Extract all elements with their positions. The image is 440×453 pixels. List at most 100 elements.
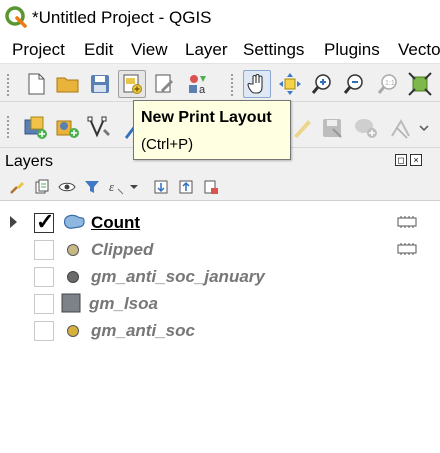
remove-layer-button[interactable] xyxy=(202,178,220,196)
title-bar: *Untitled Project - QGIS xyxy=(0,0,440,34)
polygon-symbol-icon xyxy=(63,214,85,229)
filter-icon xyxy=(85,181,99,193)
memory-layer-icon[interactable] xyxy=(397,215,417,229)
svg-text:1:1: 1:1 xyxy=(385,80,395,87)
layer-visibility-checkbox[interactable] xyxy=(34,240,54,260)
zoom-native-button[interactable]: 1:1 xyxy=(374,70,402,98)
menu-bar: Project Edit View Layer Settings Plugins… xyxy=(0,34,440,64)
save-project-button[interactable] xyxy=(86,70,114,98)
zoom-in-button[interactable] xyxy=(308,70,336,98)
layer-name-gm-anti-soc-january[interactable]: gm_anti_soc_january xyxy=(91,267,265,287)
menu-edit[interactable]: Edit xyxy=(84,40,113,60)
pan-to-selection-button[interactable] xyxy=(276,70,304,98)
layers-panel-title: Layers xyxy=(5,153,54,170)
data-source-manager-icon xyxy=(56,120,79,138)
digitize-vertex-icon xyxy=(87,116,110,138)
new-print-layout-button[interactable] xyxy=(118,70,146,98)
menu-plugins[interactable]: Plugins xyxy=(324,40,380,60)
collapse-all-button[interactable] xyxy=(177,178,195,196)
toggle-editing-button[interactable] xyxy=(288,114,316,142)
expression-filter-button[interactable]: ε xyxy=(108,178,126,196)
toolbar-grip[interactable] xyxy=(6,73,10,97)
svg-text:ε: ε xyxy=(109,179,115,194)
toolbar-grip[interactable] xyxy=(6,115,10,139)
expand-arrow-icon[interactable] xyxy=(10,216,17,228)
save-edits-button[interactable] xyxy=(318,114,346,142)
style-brush-button[interactable] xyxy=(8,178,26,196)
menu-project[interactable]: Project xyxy=(12,40,65,60)
close-icon[interactable]: × xyxy=(410,154,422,166)
layout-manager-button[interactable] xyxy=(150,70,178,98)
add-group-button[interactable] xyxy=(33,178,51,196)
point-symbol-icon xyxy=(67,244,79,256)
zoom-out-icon xyxy=(343,74,363,94)
style-manager-icon: a xyxy=(189,75,206,95)
memory-layer-icon[interactable] xyxy=(397,242,417,256)
layers-toolbar: ε xyxy=(0,176,440,198)
layer-row-gm-lsoa[interactable]: gm_lsoa xyxy=(0,290,440,317)
filter-button[interactable] xyxy=(83,178,101,196)
expression-filter-dropdown[interactable] xyxy=(128,178,140,196)
layer-row-gm-anti-soc-january[interactable]: gm_anti_soc_january xyxy=(0,263,440,290)
digitize-vertex-button[interactable] xyxy=(86,114,114,142)
pan-to-selection-icon xyxy=(279,73,301,95)
point-symbol-icon xyxy=(67,325,79,337)
save-edits-icon xyxy=(323,119,342,138)
zoom-full-icon xyxy=(408,72,432,96)
vertex-tool-button[interactable] xyxy=(386,114,414,142)
open-project-button[interactable] xyxy=(54,70,82,98)
layer-name-clipped[interactable]: Clipped xyxy=(91,240,153,260)
menu-vector[interactable]: Vecto xyxy=(398,40,440,60)
vertex-tool-dropdown[interactable] xyxy=(414,114,434,142)
expression-filter-icon: ε xyxy=(109,179,124,195)
layer-name-count[interactable]: Count xyxy=(91,213,140,233)
layer-tree: ✓ Count Clipped gm_anti_soc_january gm_l… xyxy=(0,200,440,453)
tooltip-title: New Print Layout xyxy=(141,109,272,126)
layer-visibility-checkbox[interactable] xyxy=(34,294,54,314)
menu-layer[interactable]: Layer xyxy=(185,40,228,60)
layer-visibility-checkbox[interactable]: ✓ xyxy=(34,210,54,234)
zoom-in-icon xyxy=(311,74,331,94)
remove-layer-icon xyxy=(204,180,218,194)
layer-visibility-checkbox[interactable] xyxy=(34,267,54,287)
qgis-logo-icon xyxy=(5,6,27,28)
tooltip: New Print Layout (Ctrl+P) xyxy=(133,100,291,160)
style-brush-icon xyxy=(10,182,24,194)
save-project-icon xyxy=(91,75,109,93)
fill-symbol-icon xyxy=(61,293,81,313)
float-panel-icon[interactable]: ◻ xyxy=(395,154,407,166)
expand-all-icon xyxy=(154,180,168,194)
toolbar-grip[interactable] xyxy=(230,73,234,97)
new-project-button[interactable] xyxy=(22,70,50,98)
zoom-out-button[interactable] xyxy=(340,70,368,98)
tooltip-shortcut: (Ctrl+P) xyxy=(141,136,194,153)
pan-map-button[interactable] xyxy=(243,70,271,98)
layout-manager-icon xyxy=(155,74,173,93)
layer-row-clipped[interactable]: Clipped xyxy=(0,236,440,263)
eye-visibility-icon xyxy=(58,182,76,192)
pan-hand-icon xyxy=(247,74,263,94)
data-source-manager-button[interactable] xyxy=(54,114,82,142)
collapse-all-icon xyxy=(179,180,193,194)
style-manager-button[interactable]: a xyxy=(184,70,212,98)
layer-name-gm-lsoa[interactable]: gm_lsoa xyxy=(89,294,158,314)
dropdown-arrow-icon xyxy=(419,125,429,132)
point-symbol-icon xyxy=(67,271,79,283)
visibility-button[interactable] xyxy=(58,178,76,196)
zoom-native-icon: 1:1 xyxy=(377,74,397,94)
layer-name-gm-anti-soc[interactable]: gm_anti_soc xyxy=(91,321,195,341)
toggle-editing-icon xyxy=(294,120,311,138)
layer-row-gm-anti-soc[interactable]: gm_anti_soc xyxy=(0,317,440,344)
add-layer-icon xyxy=(24,116,47,139)
new-project-icon xyxy=(28,73,45,95)
expand-all-button[interactable] xyxy=(152,178,170,196)
open-project-icon xyxy=(56,77,79,93)
zoom-full-button[interactable] xyxy=(406,70,434,98)
layer-row-count[interactable]: ✓ Count xyxy=(0,209,440,236)
add-layer-button[interactable] xyxy=(22,114,50,142)
add-group-icon xyxy=(35,179,49,194)
layer-visibility-checkbox[interactable] xyxy=(34,321,54,341)
menu-view[interactable]: View xyxy=(131,40,168,60)
menu-settings[interactable]: Settings xyxy=(243,40,304,60)
add-feature-button[interactable] xyxy=(352,114,380,142)
